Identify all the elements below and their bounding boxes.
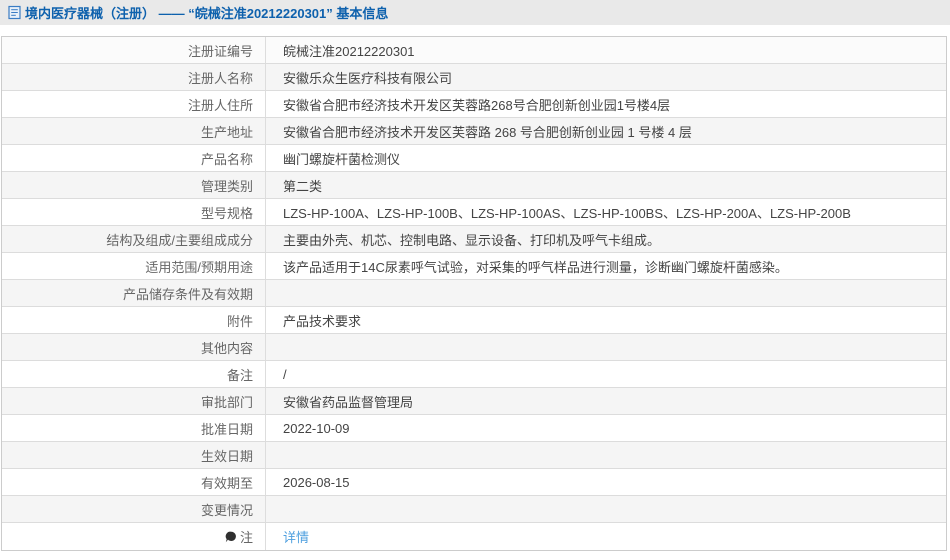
row-label-text: 产品名称 bbox=[200, 151, 253, 167]
row-label: 变更情况 bbox=[2, 496, 266, 522]
table-row: 产品储存条件及有效期 bbox=[2, 280, 946, 307]
row-label-text: 附件 bbox=[226, 313, 253, 329]
row-label: 注 bbox=[2, 523, 266, 550]
row-value: 主要由外壳、机芯、控制电路、显示设备、打印机及呼气卡组成。 bbox=[266, 226, 946, 252]
row-value-text: LZS-HP-100A、LZS-HP-100B、LZS-HP-100AS、LZS… bbox=[283, 205, 851, 221]
row-label: 审批部门 bbox=[2, 388, 266, 414]
row-label-text: 适用范围/预期用途 bbox=[145, 259, 253, 275]
table-row: 管理类别 第二类 bbox=[2, 172, 946, 199]
row-value: 幽门螺旋杆菌检测仪 bbox=[266, 145, 946, 171]
table-row: 生产地址 安徽省合肥市经济技术开发区芙蓉路 268 号合肥创新创业园 1 号楼 4… bbox=[2, 118, 946, 145]
table-row: 生效日期 bbox=[2, 442, 946, 469]
row-label: 产品储存条件及有效期 bbox=[2, 280, 266, 306]
page-title: 境内医疗器械（注册） —— “皖械注准20212220301” 基本信息 bbox=[25, 6, 389, 21]
document-icon bbox=[8, 5, 21, 20]
row-value-text: / bbox=[283, 366, 287, 382]
row-label: 注册人名称 bbox=[2, 64, 266, 90]
row-value bbox=[266, 442, 946, 468]
row-value bbox=[266, 280, 946, 306]
table-row: 产品名称 幽门螺旋杆菌检测仪 bbox=[2, 145, 946, 172]
row-label: 产品名称 bbox=[2, 145, 266, 171]
table-row: 适用范围/预期用途 该产品适用于14C尿素呼气试验，对采集的呼气样品进行测量，诊断… bbox=[2, 253, 946, 280]
row-label: 批准日期 bbox=[2, 415, 266, 441]
row-label-text: 生产地址 bbox=[200, 124, 253, 140]
row-value-text: 2026-08-15 bbox=[283, 474, 350, 490]
row-label-text: 其他内容 bbox=[200, 340, 253, 356]
row-value-text: 安徽省合肥市经济技术开发区芙蓉路268号合肥创新创业园1号楼4层 bbox=[283, 97, 671, 113]
table-row: 型号规格 LZS-HP-100A、LZS-HP-100B、LZS-HP-100AS… bbox=[2, 199, 946, 226]
table-row: 附件 产品技术要求 bbox=[2, 307, 946, 334]
row-label: 适用范围/预期用途 bbox=[2, 253, 266, 279]
table-row: 有效期至 2026-08-15 bbox=[2, 469, 946, 496]
details-link[interactable]: 详情 bbox=[283, 527, 309, 546]
row-label: 备注 bbox=[2, 361, 266, 387]
row-label: 结构及组成/主要组成成分 bbox=[2, 226, 266, 252]
registration-info-table: 注册证编号 皖械注准20212220301 注册人名称 安徽乐众生医疗科技有限公司 注册… bbox=[1, 36, 947, 551]
row-label-text: 审批部门 bbox=[200, 394, 253, 410]
row-value: 安徽乐众生医疗科技有限公司 bbox=[266, 64, 946, 90]
row-label: 生效日期 bbox=[2, 442, 266, 468]
row-label-text: 产品储存条件及有效期 bbox=[122, 286, 253, 302]
row-label-text: 注册人住所 bbox=[187, 97, 253, 113]
row-value-text: 安徽省合肥市经济技术开发区芙蓉路 268 号合肥创新创业园 1 号楼 4 层 bbox=[283, 124, 692, 140]
table-row: 注册人名称 安徽乐众生医疗科技有限公司 bbox=[2, 64, 946, 91]
row-value-text: 该产品适用于14C尿素呼气试验，对采集的呼气样品进行测量，诊断幽门螺旋杆菌感染。 bbox=[283, 259, 788, 275]
row-label: 管理类别 bbox=[2, 172, 266, 198]
row-label: 型号规格 bbox=[2, 199, 266, 225]
row-label-text: 管理类别 bbox=[200, 178, 253, 194]
row-label: 其他内容 bbox=[2, 334, 266, 360]
row-value: LZS-HP-100A、LZS-HP-100B、LZS-HP-100AS、LZS… bbox=[266, 199, 946, 225]
row-value-text: 安徽省药品监督管理局 bbox=[283, 394, 414, 410]
row-label: 有效期至 bbox=[2, 469, 266, 495]
row-label-text: 变更情况 bbox=[200, 502, 253, 518]
table-row: 备注 / bbox=[2, 361, 946, 388]
row-label-text: 型号规格 bbox=[200, 205, 253, 221]
row-label-text: 注册人名称 bbox=[187, 70, 253, 86]
row-label-text: 有效期至 bbox=[200, 475, 253, 491]
table-row: 审批部门 安徽省药品监督管理局 bbox=[2, 388, 946, 415]
row-value: 皖械注准20212220301 bbox=[266, 37, 946, 63]
row-value-text: 幽门螺旋杆菌检测仪 bbox=[283, 151, 401, 167]
row-label: 注册人住所 bbox=[2, 91, 266, 117]
page-header: 境内医疗器械（注册） —— “皖械注准20212220301” 基本信息 bbox=[0, 0, 950, 25]
table-row: 其他内容 bbox=[2, 334, 946, 361]
row-value-text: 皖械注准20212220301 bbox=[283, 43, 415, 59]
row-value: 该产品适用于14C尿素呼气试验，对采集的呼气样品进行测量，诊断幽门螺旋杆菌感染。 bbox=[266, 253, 946, 279]
table-row: 注册证编号 皖械注准20212220301 bbox=[2, 37, 946, 64]
row-value-text: 主要由外壳、机芯、控制电路、显示设备、打印机及呼气卡组成。 bbox=[283, 232, 661, 248]
row-label: 附件 bbox=[2, 307, 266, 333]
row-value-text: 产品技术要求 bbox=[283, 313, 362, 329]
table-row: 批准日期 2022-10-09 bbox=[2, 415, 946, 442]
row-label: 生产地址 bbox=[2, 118, 266, 144]
row-label-text: 批准日期 bbox=[200, 421, 253, 437]
row-label-text: 注册证编号 bbox=[187, 43, 253, 59]
row-label: 注册证编号 bbox=[2, 37, 266, 63]
row-value: 2022-10-09 bbox=[266, 415, 946, 441]
row-value-text: 安徽乐众生医疗科技有限公司 bbox=[283, 70, 453, 86]
row-value: 详情 bbox=[266, 523, 946, 550]
row-label-text: 注 bbox=[239, 530, 253, 545]
table-row: 注 详情 bbox=[2, 523, 946, 550]
row-value: 第二类 bbox=[266, 172, 946, 198]
row-value: 安徽省合肥市经济技术开发区芙蓉路 268 号合肥创新创业园 1 号楼 4 层 bbox=[266, 118, 946, 144]
row-label-text: 结构及组成/主要组成成分 bbox=[106, 232, 253, 248]
row-value bbox=[266, 334, 946, 360]
table-row: 变更情况 bbox=[2, 496, 946, 523]
row-value-text: 2022-10-09 bbox=[283, 420, 350, 436]
row-value: 产品技术要求 bbox=[266, 307, 946, 333]
row-value: 安徽省合肥市经济技术开发区芙蓉路268号合肥创新创业园1号楼4层 bbox=[266, 91, 946, 117]
row-label-text: 备注 bbox=[226, 367, 253, 383]
row-value: / bbox=[266, 361, 946, 387]
row-value-text: 第二类 bbox=[283, 178, 323, 194]
note-balloon-icon bbox=[225, 531, 237, 543]
table-row: 结构及组成/主要组成成分 主要由外壳、机芯、控制电路、显示设备、打印机及呼气卡组成… bbox=[2, 226, 946, 253]
row-value: 2026-08-15 bbox=[266, 469, 946, 495]
row-value: 安徽省药品监督管理局 bbox=[266, 388, 946, 414]
row-value bbox=[266, 496, 946, 522]
table-row: 注册人住所 安徽省合肥市经济技术开发区芙蓉路268号合肥创新创业园1号楼4层 bbox=[2, 91, 946, 118]
row-label-text: 生效日期 bbox=[200, 448, 253, 464]
